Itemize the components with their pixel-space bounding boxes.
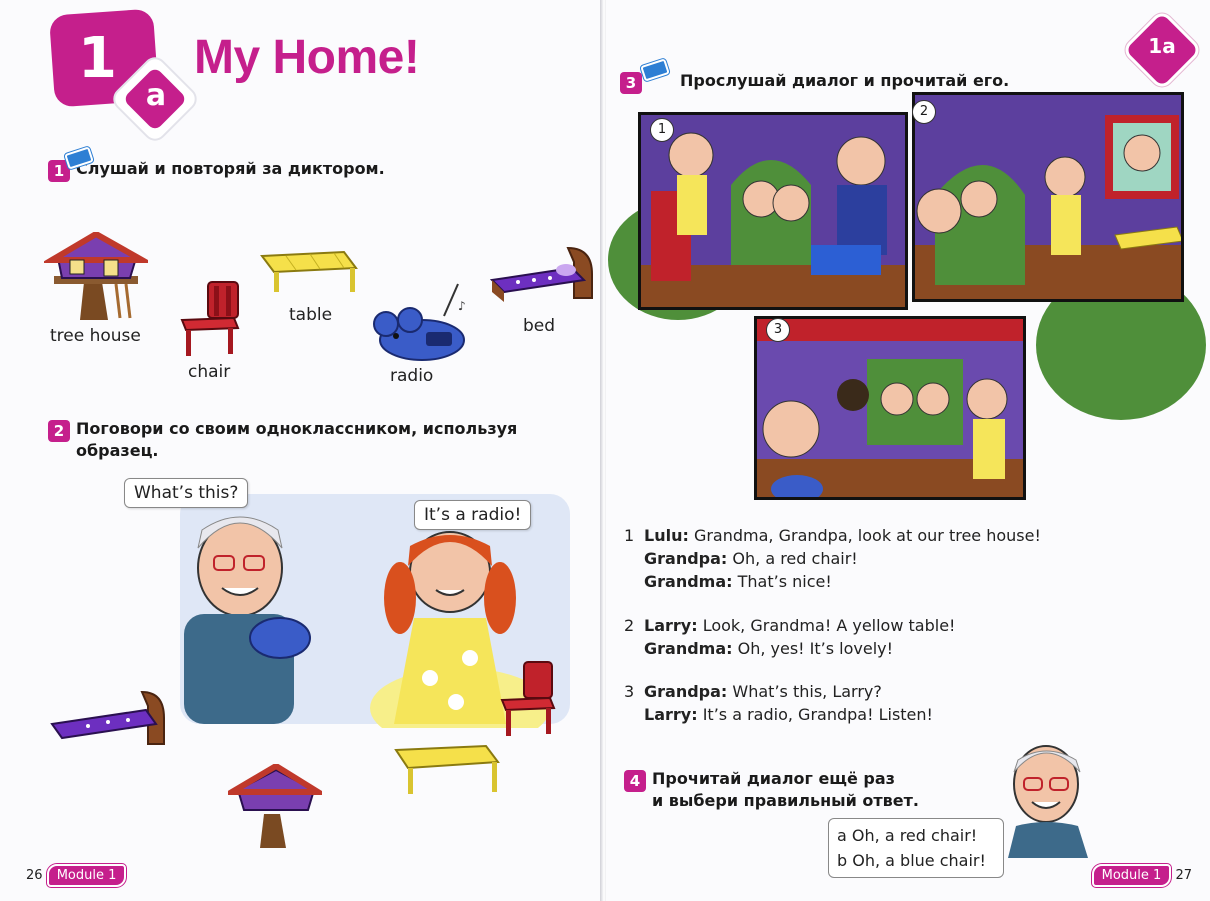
speech-bubble-question: What’s this?	[124, 478, 249, 508]
line-text: Grandma, Grandpa, look at our tree house…	[693, 526, 1041, 545]
dialogue-line: Lulu: Grandma, Grandpa, look at our tree…	[644, 524, 1084, 547]
speech-bubble-answer: It’s a radio!	[414, 500, 532, 530]
svg-text:♪: ♪	[458, 299, 466, 313]
exercise-3-instruction: Прослушай диалог и прочитай его.	[680, 71, 1010, 90]
tree-house-image-small	[228, 764, 322, 848]
dialogue-1: 1 Lulu: Grandma, Grandpa, look at our tr…	[624, 524, 1084, 593]
dialogue-2-number: 2	[624, 616, 635, 635]
answer-choice-a[interactable]: a Oh, a red chair!	[837, 823, 995, 848]
left-page: 1 a My Home! 1 Слушай и повторяй за дикт…	[0, 0, 602, 901]
right-page: 1a 3 Прослушай диалог и прочитай его. 1	[606, 0, 1210, 901]
dialogue-line: Grandpa: Oh, a red chair!	[644, 547, 1084, 570]
panel-number-3: 3	[766, 318, 790, 342]
comic-panel-3	[754, 316, 1026, 500]
dialogue-line: Grandma: That’s nice!	[644, 570, 1084, 593]
speaker-name: Larry:	[644, 616, 698, 635]
right-page-number: 27	[1175, 868, 1192, 883]
answer-choices: a Oh, a red chair! b Oh, a blue chair!	[828, 818, 1004, 878]
vocab-bed: bed	[523, 316, 556, 336]
speaker-name: Grandma:	[644, 639, 733, 658]
exercise-4-number: 4	[624, 770, 646, 792]
grandpa-portrait	[1008, 745, 1088, 858]
exercise-1-instruction: Слушай и повторяй за диктором.	[76, 159, 385, 178]
choice-text: Oh, a blue chair!	[852, 851, 986, 870]
speaker-name: Larry:	[644, 705, 698, 724]
dialogue-line: Grandma: Oh, yes! It’s lovely!	[644, 637, 1084, 660]
left-page-number: 26	[26, 868, 43, 883]
exercise-4: 4 Прочитай диалог ещё раз и выбери прави…	[624, 768, 1004, 812]
exercise-4-instruction-line1: Прочитай диалог ещё раз	[652, 769, 895, 788]
dialogue-2: 2 Larry: Look, Grandma! A yellow table! …	[624, 614, 1084, 660]
vocab-tree-house: tree house	[50, 326, 141, 346]
dialogue-line: Grandpa: What’s this, Larry?	[644, 680, 1084, 703]
choice-letter: b	[837, 851, 848, 870]
dialogue-line: Larry: It’s a radio, Grandpa! Listen!	[644, 703, 1084, 726]
vocab-chair: chair	[188, 362, 231, 382]
exercise-4-instruction-line2: и выбери правильный ответ.	[652, 791, 920, 810]
comic-panel-2	[912, 92, 1184, 302]
lesson-tag: 1a	[1148, 34, 1176, 58]
right-module-label: Module 1	[1091, 864, 1172, 887]
line-text: Look, Grandma! A yellow table!	[702, 616, 956, 635]
bed-image	[489, 246, 593, 302]
vocab-radio: radio	[390, 366, 434, 386]
chair-image-small	[500, 661, 556, 736]
dialogue-3: 3 Grandpa: What’s this, Larry? Larry: It…	[624, 680, 1084, 726]
dialogue-1-number: 1	[624, 526, 635, 545]
unit-number: 1	[78, 26, 117, 91]
line-text: What’s this, Larry?	[732, 682, 882, 701]
exercise-2-instruction: Поговори со своим одноклассником, исполь…	[76, 419, 518, 460]
line-text: That’s nice!	[737, 572, 832, 591]
exercise-3: 3 Прослушай диалог и прочитай его.	[620, 70, 1040, 94]
exercise-2-number: 2	[48, 420, 70, 442]
choice-letter: a	[837, 826, 847, 845]
tree-house-image	[44, 232, 148, 320]
left-module-label: Module 1	[46, 864, 127, 887]
page-title: My Home!	[194, 31, 420, 84]
radio-image: ♪	[373, 283, 466, 361]
comic-panel-1	[638, 112, 908, 310]
line-text: Oh, yes! It’s lovely!	[737, 639, 894, 658]
speaker-name: Lulu:	[644, 526, 689, 545]
exercise-3-number: 3	[620, 72, 642, 94]
exercise-2: 2 Поговори со своим одноклассником, испо…	[48, 418, 548, 462]
choice-text: Oh, a red chair!	[851, 826, 978, 845]
panel-number-2: 2	[912, 100, 936, 124]
speaker-name: Grandpa:	[644, 549, 728, 568]
panel-number-1: 1	[650, 118, 674, 142]
dialogue-line: Larry: Look, Grandma! A yellow table!	[644, 614, 1084, 637]
left-footer: 26 Module 1	[26, 864, 127, 887]
vocab-table: table	[289, 305, 333, 325]
line-text: It’s a radio, Grandpa! Listen!	[702, 705, 933, 724]
speaker-name: Grandpa:	[644, 682, 728, 701]
speaker-name: Grandma:	[644, 572, 733, 591]
dialogue-3-number: 3	[624, 682, 635, 701]
line-text: Oh, a red chair!	[732, 549, 858, 568]
chair-image	[180, 281, 240, 356]
exercise-1: 1 Слушай и повторяй за диктором.	[48, 158, 468, 182]
table-image	[260, 250, 358, 292]
table-image-small	[394, 744, 500, 794]
right-footer: Module 1 27	[1091, 864, 1192, 887]
unit-letter: a	[145, 78, 167, 113]
bed-image-small	[50, 690, 165, 745]
answer-choice-b[interactable]: b Oh, a blue chair!	[837, 848, 995, 873]
